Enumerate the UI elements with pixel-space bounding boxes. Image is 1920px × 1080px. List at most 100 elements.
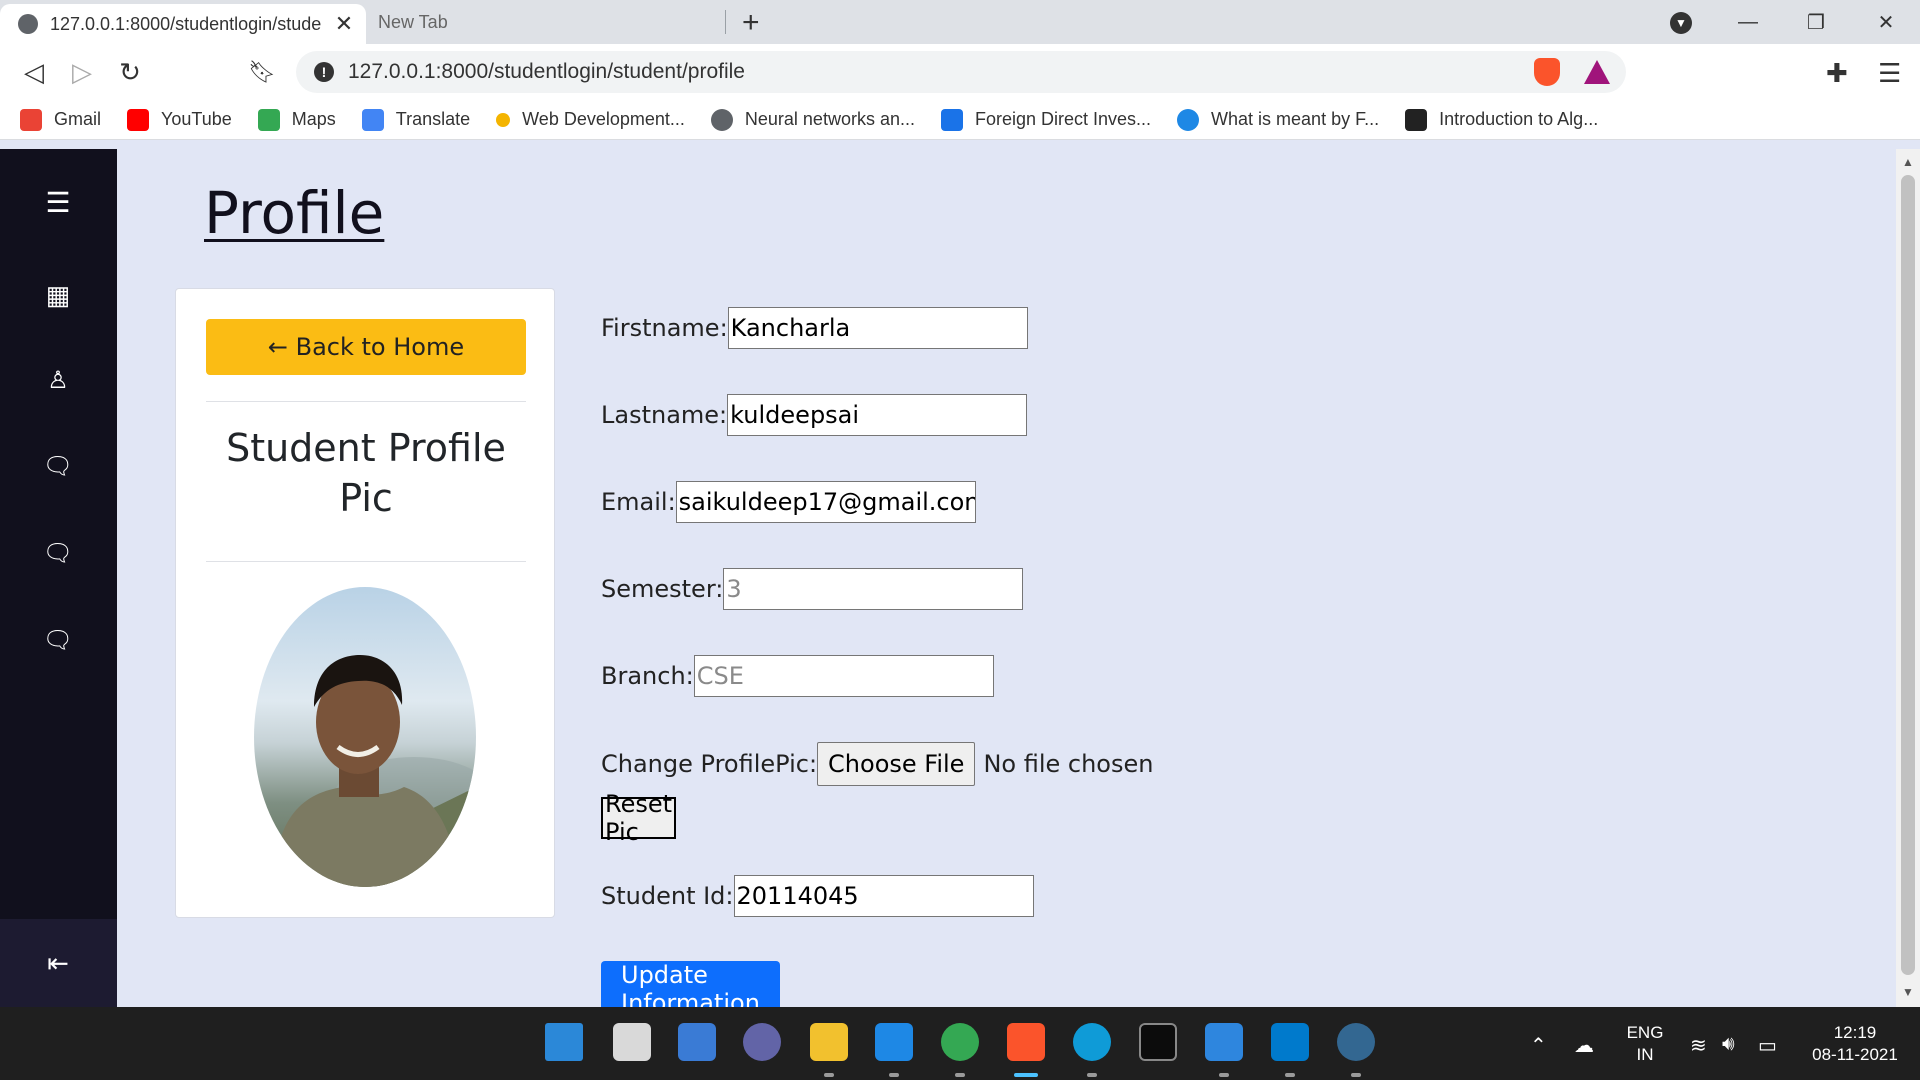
new-tab-button[interactable]: +: [742, 6, 760, 40]
address-url[interactable]: 127.0.0.1:8000/studentlogin/student/prof…: [348, 60, 1534, 84]
chat-icon[interactable]: 🗨︎: [40, 536, 76, 572]
scrollbar-thumb[interactable]: [1901, 175, 1915, 975]
bookmark-foreign-direct[interactable]: Foreign Direct Inves...: [940, 108, 1151, 131]
start-windows-icon[interactable]: [545, 1023, 583, 1061]
branch-row: Branch: CSE: [601, 655, 994, 697]
minimize-button[interactable]: —: [1714, 0, 1782, 44]
bookmark-neural-networks[interactable]: Neural networks an...: [710, 108, 915, 131]
taskbar: ⌃ ☁ ENG IN ≋ 🔊︎ ▭ 12:19 08-11-2021: [0, 1007, 1920, 1080]
running-indicator: [889, 1073, 899, 1077]
back-to-home-button[interactable]: ← Back to Home: [206, 319, 526, 375]
hamburger-menu-icon[interactable]: ☰: [40, 185, 76, 221]
onedrive-cloud-icon[interactable]: ☁: [1574, 1033, 1594, 1058]
semester-input[interactable]: 3: [723, 568, 1024, 610]
battery-icon[interactable]: ▭: [1758, 1033, 1777, 1058]
logout-icon[interactable]: ⇤: [40, 945, 76, 981]
close-window-button[interactable]: ✕: [1852, 0, 1920, 44]
tab-title: 127.0.0.1:8000/studentlogin/stude: [50, 13, 322, 34]
postgresql-icon[interactable]: [1337, 1023, 1375, 1061]
book-icon: [1405, 108, 1428, 131]
restore-button[interactable]: ❐: [1782, 0, 1850, 44]
brave-rewards-icon[interactable]: [1584, 60, 1610, 84]
profilepic-row: Change ProfilePic: Choose File No file c…: [601, 742, 1153, 786]
reset-pic-button[interactable]: Reset Pic: [601, 790, 677, 846]
e-icon: [1177, 108, 1200, 131]
translate-icon: [361, 108, 384, 131]
card-heading: Student Profile Pic: [226, 426, 506, 520]
bookmark-introduction-alg[interactable]: Introduction to Alg...: [1405, 108, 1598, 131]
chat-icon[interactable]: 🗨︎: [40, 623, 76, 659]
wifi-icon[interactable]: ≋: [1690, 1033, 1707, 1058]
scroll-down-icon[interactable]: ▼: [1902, 985, 1914, 999]
student-id-input[interactable]: 20114045: [733, 875, 1034, 917]
dashboard-grid-icon[interactable]: ▦: [40, 277, 76, 313]
language-text: ENG: [1626, 1022, 1664, 1042]
globe-icon: [710, 108, 733, 131]
close-tab-icon[interactable]: ✕: [334, 11, 354, 37]
mail-icon[interactable]: [875, 1023, 913, 1061]
user-icon[interactable]: ♙: [40, 363, 76, 399]
address-bar[interactable]: ! 127.0.0.1:8000/studentlogin/student/pr…: [296, 51, 1626, 93]
running-indicator: [1351, 1073, 1361, 1077]
person-photo-icon: [274, 655, 476, 887]
profilepic-label: Change ProfilePic:: [601, 750, 818, 778]
page-scrollbar[interactable]: ▲ ▼: [1896, 149, 1920, 1007]
divider: [206, 561, 526, 562]
tab-search-icon[interactable]: ▼: [1670, 12, 1692, 34]
lastname-label: Lastname:: [601, 401, 728, 429]
clock[interactable]: 12:19 08-11-2021: [1800, 1007, 1910, 1080]
extensions-icon[interactable]: ✚: [1826, 58, 1848, 89]
tab-active[interactable]: 127.0.0.1:8000/studentlogin/stude ✕: [0, 4, 366, 44]
back-nav-icon[interactable]: ◁: [18, 56, 50, 88]
widgets-icon[interactable]: [678, 1023, 716, 1061]
terminal-icon[interactable]: [1139, 1023, 1177, 1061]
chrome-icon[interactable]: [941, 1023, 979, 1061]
bookmarks-bar: Gmail YouTube Maps Translate Web Develop…: [0, 100, 1920, 140]
tab-new-tab[interactable]: New Tab: [366, 10, 726, 34]
edge-icon[interactable]: [1073, 1023, 1111, 1061]
student-id-label: Student Id:: [601, 882, 734, 910]
running-indicator: [824, 1073, 834, 1077]
show-hidden-icons-icon[interactable]: ⌃: [1530, 1033, 1547, 1058]
b-icon: [940, 108, 963, 131]
bookmark-maps[interactable]: Maps: [257, 108, 336, 131]
lastname-row: Lastname: kuldeepsai: [601, 394, 1028, 436]
lastname-input[interactable]: kuldeepsai: [727, 394, 1028, 436]
semester-row: Semester: 3: [601, 568, 1024, 610]
firstname-row: Firstname: Kancharla: [601, 307, 1028, 349]
page-title: Profile: [204, 179, 385, 247]
task-view-icon[interactable]: [613, 1023, 651, 1061]
bookmark-gmail[interactable]: Gmail: [20, 108, 101, 131]
date-text: 08-11-2021: [1812, 1044, 1898, 1064]
file-explorer-icon[interactable]: [810, 1023, 848, 1061]
reload-icon[interactable]: ↻: [114, 56, 146, 88]
bookmark-translate[interactable]: Translate: [361, 108, 470, 131]
branch-input[interactable]: CSE: [693, 655, 994, 697]
brave-shield-icon[interactable]: [1534, 58, 1560, 86]
email-label: Email:: [601, 488, 676, 516]
profile-photo: [254, 587, 476, 887]
time-text: 12:19: [1833, 1022, 1877, 1042]
vscode-icon[interactable]: [1271, 1023, 1309, 1061]
sidebar: ☰ ▦ ♙ 🗨︎ 🗨︎ 🗨︎ ⇤: [0, 149, 117, 1007]
choose-file-button[interactable]: Choose File: [817, 742, 976, 786]
volume-icon[interactable]: 🔊︎: [1722, 1033, 1735, 1056]
photos-icon[interactable]: [1205, 1023, 1243, 1061]
menu-icon[interactable]: ☰: [1878, 58, 1901, 89]
site-info-icon[interactable]: !: [314, 62, 334, 82]
region-text: IN: [1636, 1044, 1654, 1064]
bookmark-icon[interactable]: 🔖︎: [246, 56, 278, 88]
firstname-input[interactable]: Kancharla: [727, 307, 1028, 349]
chat-icon[interactable]: 🗨︎: [40, 449, 76, 485]
teams-chat-icon[interactable]: [743, 1023, 781, 1061]
language-indicator[interactable]: ENG IN: [1625, 1007, 1665, 1080]
forward-nav-icon[interactable]: ▷: [66, 56, 98, 88]
update-information-button[interactable]: Update Information: [601, 961, 780, 1007]
bookmark-what-is-meant[interactable]: What is meant by F...: [1177, 108, 1379, 131]
bookmark-web-development[interactable]: Web Development...: [496, 109, 685, 130]
scroll-up-icon[interactable]: ▲: [1902, 155, 1914, 169]
brave-browser-icon[interactable]: [1007, 1023, 1045, 1061]
email-input[interactable]: saikuldeep17@gmail.con: [675, 481, 976, 523]
bookmark-youtube[interactable]: YouTube: [127, 108, 232, 131]
site-favicon-icon: [18, 14, 38, 34]
